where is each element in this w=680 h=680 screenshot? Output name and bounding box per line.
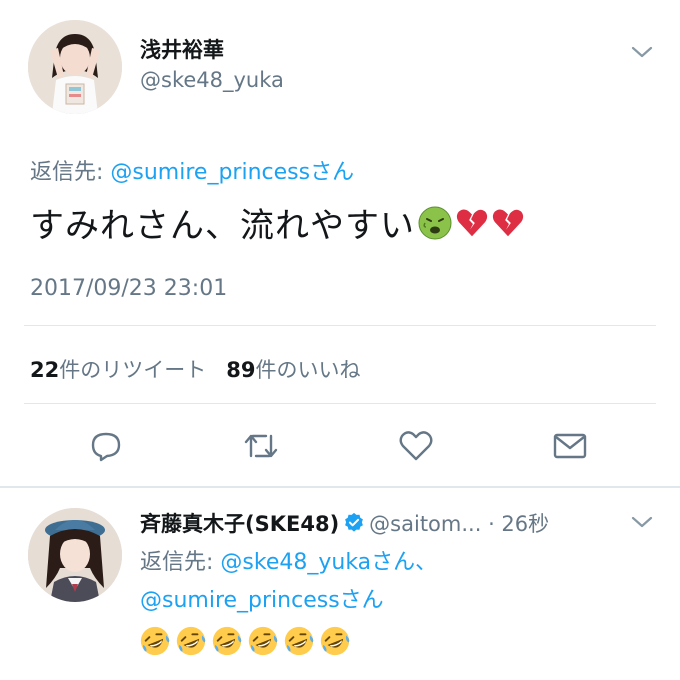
rolling-on-floor-laughing-emoji [320, 626, 350, 656]
display-name[interactable]: 斉藤真木子(SKE48) [140, 512, 339, 536]
like-label[interactable]: 件のいいね [256, 358, 361, 382]
timestamp[interactable]: 2017/09/23 23:01 [30, 276, 227, 301]
mention-link[interactable]: @ske48_yukaさん、 [220, 550, 437, 575]
nauseated-face-emoji [418, 206, 452, 239]
engagement-stats: 22件のリツイート 89件のいいね [30, 354, 361, 384]
chevron-down-icon[interactable] [630, 514, 654, 530]
reply-emoji-text [138, 624, 352, 658]
rolling-on-floor-laughing-emoji [176, 626, 206, 656]
tweet-text: すみれさん、流れやすい [30, 198, 525, 247]
reply-to-line: 返信先: @sumire_princessさん [30, 154, 354, 186]
avatar[interactable] [28, 20, 122, 114]
separator: · [481, 512, 502, 536]
rolling-on-floor-laughing-emoji [248, 626, 278, 656]
relative-time[interactable]: 26秒 [501, 512, 549, 536]
retweet-button[interactable] [241, 426, 281, 466]
username[interactable]: @saitom... [369, 512, 481, 536]
broken-heart-emoji [492, 209, 524, 236]
display-name[interactable]: 浅井裕華 [140, 34, 224, 64]
like-icon [399, 431, 433, 461]
reply-icon [91, 432, 121, 462]
verified-badge-icon [345, 512, 364, 532]
section-divider [0, 486, 680, 488]
like-count[interactable]: 89 [226, 358, 255, 382]
divider [24, 403, 656, 404]
avatar-photo [28, 508, 122, 602]
retweet-count[interactable]: 22 [30, 358, 59, 382]
reply-button[interactable] [86, 426, 126, 466]
mention-link[interactable]: @sumire_princessさん [140, 588, 384, 613]
broken-heart-emoji [456, 209, 488, 236]
retweet-icon [244, 434, 278, 458]
reply-header: 斉藤真木子(SKE48) @saitom... · 26秒 [140, 508, 549, 538]
mention-link[interactable]: @sumire_princess [110, 160, 310, 185]
chevron-down-icon[interactable] [630, 44, 654, 60]
rolling-on-floor-laughing-emoji [140, 626, 170, 656]
dm-icon [553, 433, 587, 459]
avatar-photo [28, 20, 122, 114]
reply-to-label: 返信先: [30, 160, 111, 185]
tweet-text-body: すみれさん、流れやすい [30, 206, 415, 246]
retweet-label[interactable]: 件のリツイート [59, 358, 206, 382]
mention-suffix[interactable]: さん [310, 160, 354, 185]
like-button[interactable] [396, 426, 436, 466]
reply-to-label: 返信先: [140, 550, 221, 575]
rolling-on-floor-laughing-emoji [284, 626, 314, 656]
divider [24, 325, 656, 326]
username[interactable]: @ske48_yuka [140, 68, 284, 92]
dm-button[interactable] [550, 426, 590, 466]
avatar[interactable] [28, 508, 122, 602]
rolling-on-floor-laughing-emoji [212, 626, 242, 656]
reply-to-line: 返信先: @ske48_yukaさん、 @sumire_princessさん [140, 544, 437, 620]
